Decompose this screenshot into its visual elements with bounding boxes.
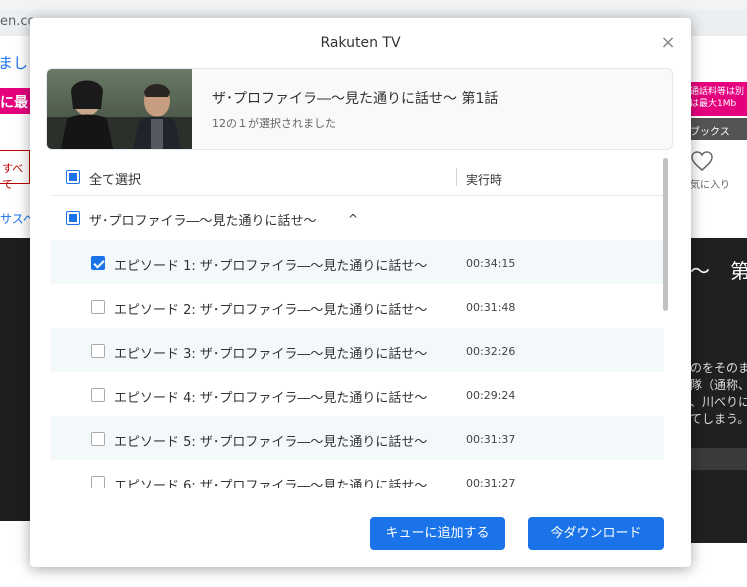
favorite-label: 気に入り bbox=[690, 180, 730, 191]
episode-row-6[interactable]: エピソード 6: ザ･プロファイラ―～見た通りに話せ～ 00:31:27 bbox=[51, 460, 664, 488]
group-checkbox[interactable] bbox=[66, 211, 80, 225]
episode-1-label: エピソード 1: ザ･プロファイラ―～見た通りに話せ～ bbox=[114, 259, 428, 274]
download-dialog: Rakuten TV × ザ･プロファイラ―～見た通りに話せ～ 第1話 12の１… bbox=[30, 18, 691, 567]
subete-button[interactable]: すべて bbox=[0, 150, 30, 191]
chevron-up-icon[interactable]: ^ bbox=[348, 212, 358, 226]
books-bar[interactable]: ブックス bbox=[686, 118, 747, 140]
episode-list[interactable]: 全て選択 実行時 ザ･プロファイラ―～見た通りに話せ～ ^ エピソード 1: ザ… bbox=[46, 158, 673, 488]
selected-count: 12の１が選択されました bbox=[212, 117, 336, 130]
episode-row-3[interactable]: エピソード 3: ザ･プロファイラ―～見た通りに話せ～ 00:32:26 bbox=[51, 328, 664, 372]
episode-4-checkbox[interactable] bbox=[91, 388, 105, 402]
episode-6-duration: 00:31:27 bbox=[466, 477, 516, 488]
list-scrollbar[interactable] bbox=[663, 158, 668, 311]
heart-icon[interactable] bbox=[690, 150, 714, 172]
promo-banner-right[interactable]: 通話料等は別 は最大1Mb bbox=[686, 82, 747, 116]
background-divider bbox=[686, 448, 747, 470]
episode-5-checkbox[interactable] bbox=[91, 432, 105, 446]
episode-6-checkbox[interactable] bbox=[91, 476, 105, 488]
episode-2-duration: 00:31:48 bbox=[466, 301, 516, 314]
header-divider bbox=[456, 168, 457, 186]
list-header-row: 全て選択 実行時 bbox=[51, 158, 664, 196]
show-thumbnail bbox=[47, 69, 192, 149]
episode-5-duration: 00:31:37 bbox=[466, 433, 516, 446]
browser-top-bar bbox=[0, 0, 747, 10]
desc-line-2: 隊（通称、 bbox=[690, 378, 747, 392]
episode-row-5[interactable]: エピソード 5: ザ･プロファイラ―～見た通りに話せ～ 00:31:37 bbox=[51, 416, 664, 460]
episode-1-duration: 00:34:15 bbox=[466, 257, 516, 270]
promo-line-2: は最大1Mb bbox=[690, 99, 737, 109]
episode-4-duration: 00:29:24 bbox=[466, 389, 516, 402]
desc-line-4: てしまう。 bbox=[690, 412, 747, 426]
dialog-title: Rakuten TV bbox=[320, 35, 401, 51]
group-label: ザ･プロファイラ―～見た通りに話せ～ bbox=[89, 214, 317, 229]
episode-row-1[interactable]: エピソード 1: ザ･プロファイラ―～見た通りに話せ～ 00:34:15 bbox=[51, 240, 664, 284]
add-to-queue-button[interactable]: キューに追加する bbox=[370, 517, 505, 550]
background-description: のをそのま 隊（通称、 、川べりに てしまう。 bbox=[690, 360, 747, 428]
episode-1-checkbox[interactable] bbox=[91, 256, 105, 270]
desc-line-3: 、川べりに bbox=[690, 395, 747, 409]
episode-5-label: エピソード 5: ザ･プロファイラ―～見た通りに話せ～ bbox=[114, 435, 428, 450]
select-all-checkbox[interactable] bbox=[66, 170, 80, 184]
background-link-fragment[interactable]: まし bbox=[0, 52, 28, 73]
promo-banner-left[interactable]: に最 bbox=[0, 88, 30, 114]
promo-line-1: 通話料等は別 bbox=[690, 87, 745, 97]
show-header-card: ザ･プロファイラ―～見た通りに話せ～ 第1話 12の１が選択されました bbox=[46, 68, 673, 150]
episode-row-2[interactable]: エピソード 2: ザ･プロファイラ―～見た通りに話せ～ 00:31:48 bbox=[51, 284, 664, 328]
duration-column-header: 実行時 bbox=[466, 173, 503, 187]
group-row[interactable]: ザ･プロファイラ―～見た通りに話せ～ ^ bbox=[51, 196, 664, 240]
download-now-button[interactable]: 今ダウンロード bbox=[528, 517, 664, 550]
background-video-area bbox=[0, 238, 30, 521]
episode-4-label: エピソード 4: ザ･プロファイラ―～見た通りに話せ～ bbox=[114, 391, 428, 406]
episode-3-duration: 00:32:26 bbox=[466, 345, 516, 358]
desc-line-1: のをそのま bbox=[690, 361, 747, 375]
episode-6-label: エピソード 6: ザ･プロファイラ―～見た通りに話せ～ bbox=[114, 479, 428, 488]
background-title-fragment: ～ 第 bbox=[690, 259, 747, 283]
episode-2-checkbox[interactable] bbox=[91, 300, 105, 314]
episode-2-label: エピソード 2: ザ･プロファイラ―～見た通りに話せ～ bbox=[114, 303, 428, 318]
episode-3-label: エピソード 3: ザ･プロファイラ―～見た通りに話せ～ bbox=[114, 347, 428, 362]
select-all-label[interactable]: 全て選択 bbox=[89, 169, 141, 188]
show-title: ザ･プロファイラ―～見た通りに話せ～ 第1話 bbox=[212, 91, 499, 107]
episode-3-checkbox[interactable] bbox=[91, 344, 105, 358]
close-icon[interactable]: × bbox=[659, 34, 677, 52]
episode-row-4[interactable]: エピソード 4: ザ･プロファイラ―～見た通りに話せ～ 00:29:24 bbox=[51, 372, 664, 416]
